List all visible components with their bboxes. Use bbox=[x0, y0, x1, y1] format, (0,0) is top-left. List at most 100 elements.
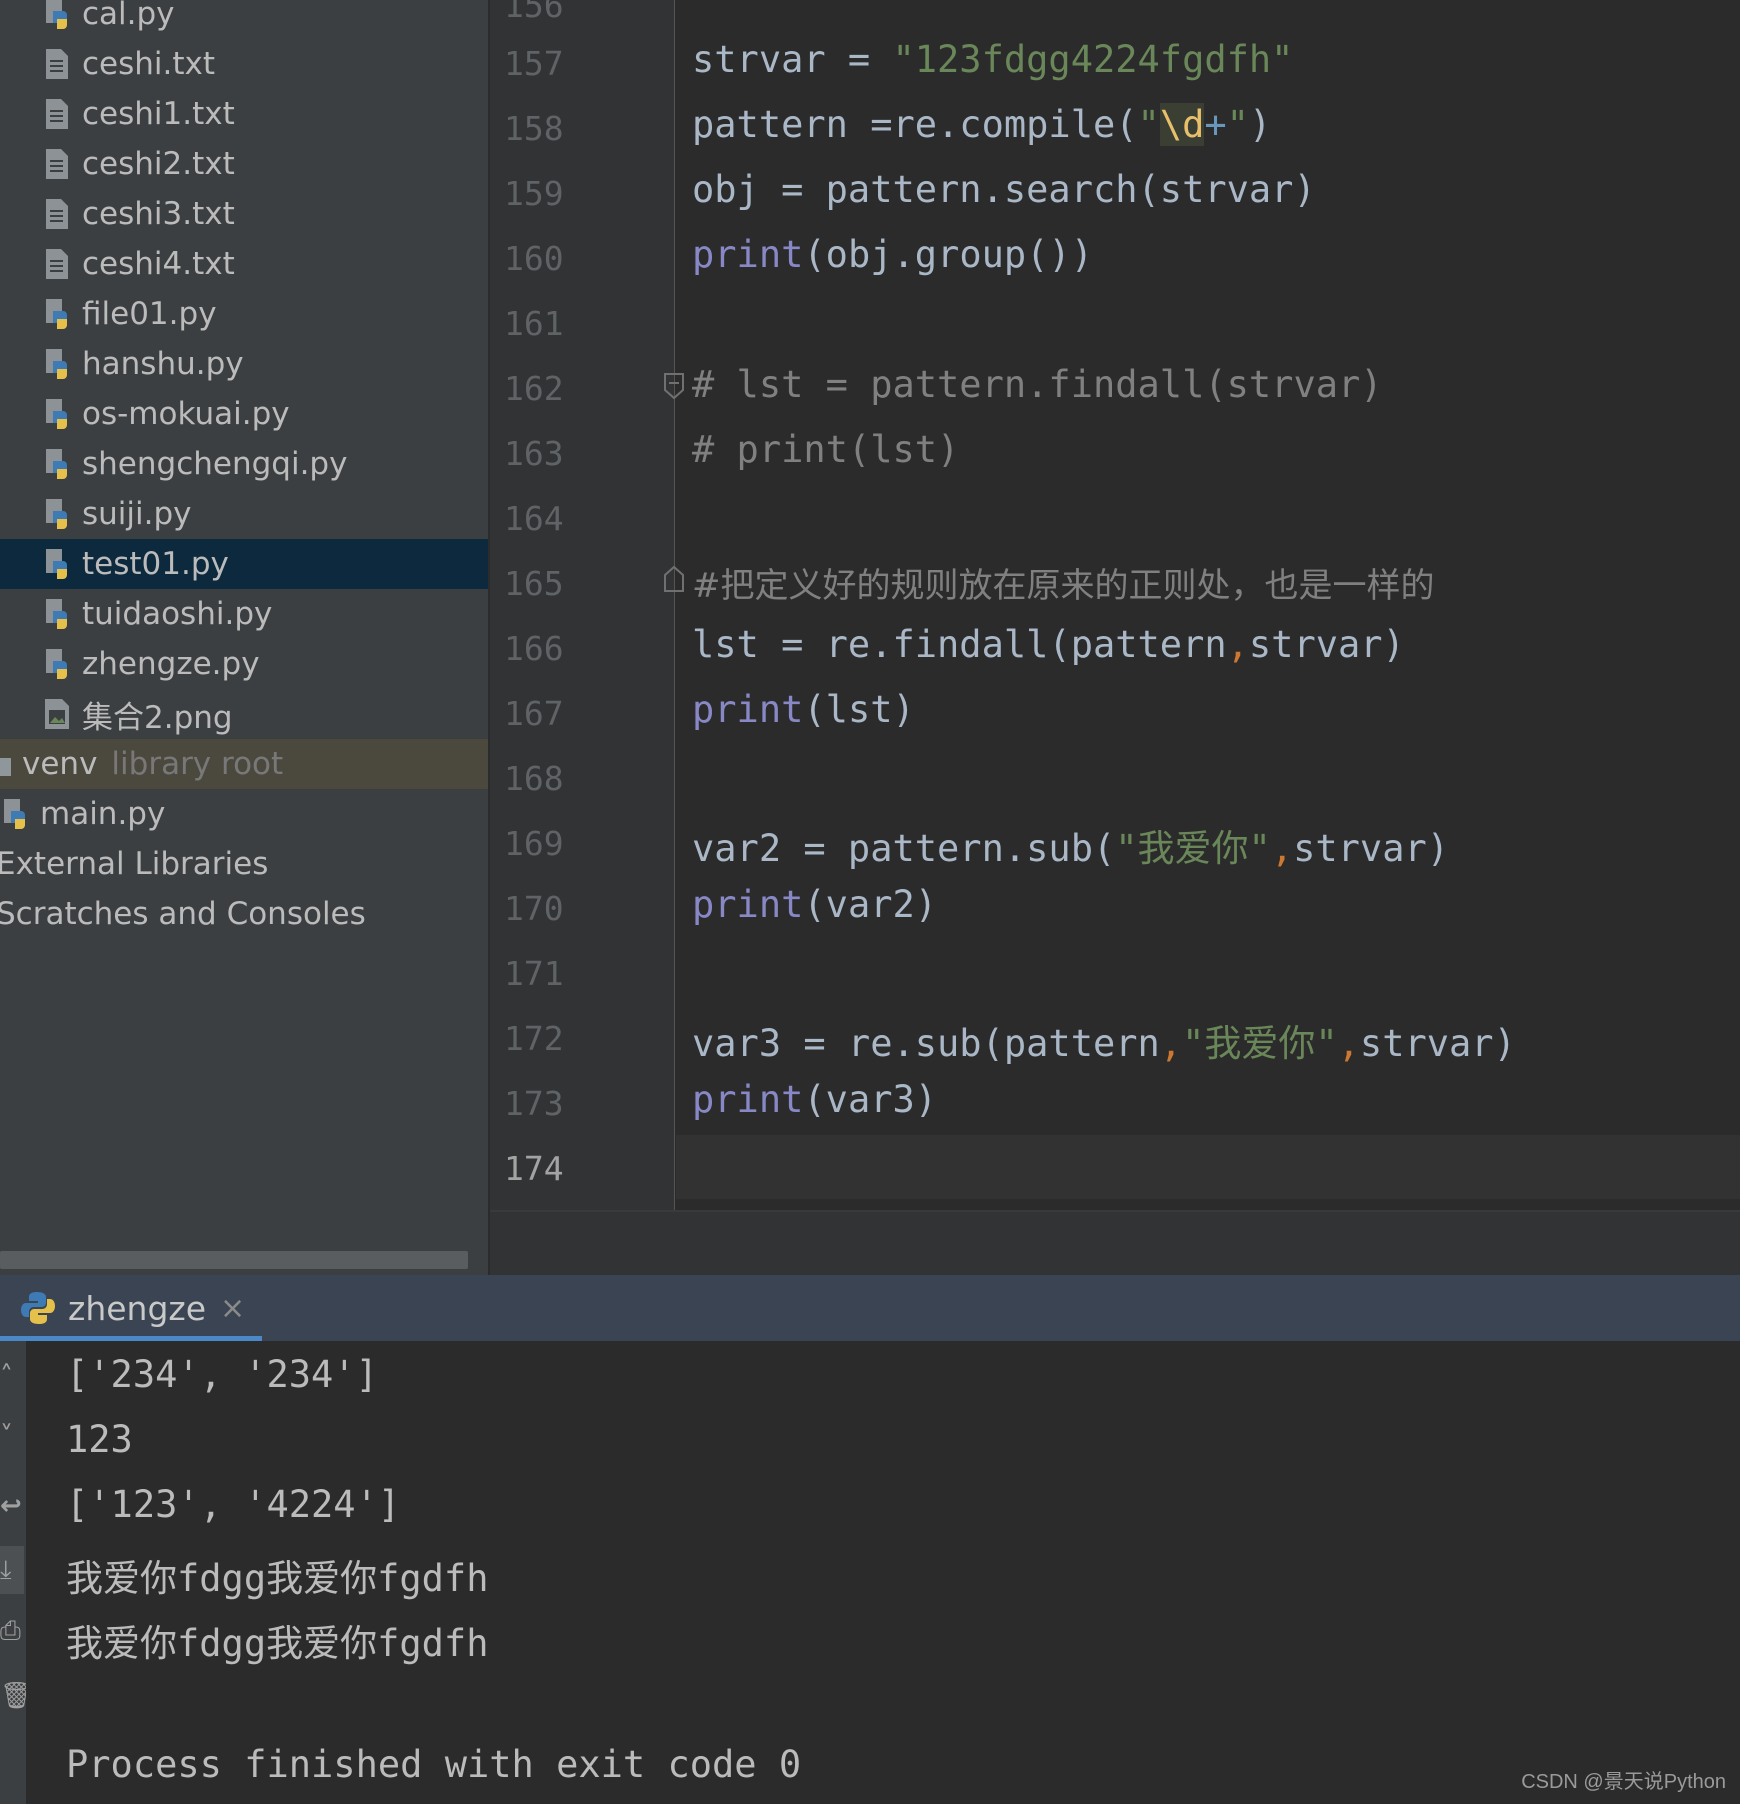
tree-item-label: ceshi2.txt bbox=[82, 146, 235, 182]
text-file-icon bbox=[40, 46, 74, 82]
code-line-170: print(var2) bbox=[692, 883, 938, 926]
text-file-icon bbox=[40, 146, 74, 182]
tree-item-label: tuidaoshi.py bbox=[82, 596, 273, 632]
watermark: CSDN @景天说Python bbox=[1521, 1771, 1726, 1793]
line-number: 166 bbox=[504, 629, 564, 668]
line-number: 161 bbox=[504, 304, 564, 343]
text-file-icon bbox=[40, 196, 74, 232]
tree-item-label: zhengze.py bbox=[82, 646, 260, 682]
python-file-icon bbox=[40, 496, 74, 532]
folder-icon bbox=[0, 746, 14, 782]
console-line: 我爱你fdgg我爱你fgdfh bbox=[66, 1557, 489, 1600]
line-number: 170 bbox=[504, 889, 564, 928]
run-console-output[interactable]: ['234', '234'] 123 ['123', '4224'] 我爱你fd… bbox=[26, 1341, 1740, 1804]
line-number: 167 bbox=[504, 694, 564, 733]
tree-item-file[interactable]: ceshi1.txt bbox=[0, 89, 488, 139]
code-line-169: var2 = pattern.sub("我爱你",strvar) bbox=[692, 827, 1450, 870]
tree-item-venv[interactable]: venv library root bbox=[0, 739, 488, 789]
run-tab-label: zhengze bbox=[68, 1288, 207, 1328]
tree-item-file[interactable]: tuidaoshi.py bbox=[0, 589, 488, 639]
text-file-icon bbox=[40, 246, 74, 282]
tree-item-file[interactable]: test01.py bbox=[0, 539, 488, 589]
code-line-162: # lst = pattern.findall(strvar) bbox=[692, 363, 1383, 406]
tree-item-file[interactable]: suiji.py bbox=[0, 489, 488, 539]
tree-item-scratches[interactable]: Scratches and Consoles bbox=[0, 889, 484, 939]
line-number: 172 bbox=[504, 1019, 564, 1058]
line-number: 165 bbox=[504, 564, 564, 603]
tree-item-file[interactable]: ceshi3.txt bbox=[0, 189, 488, 239]
tree-item-label: Scratches and Consoles bbox=[0, 896, 366, 932]
tree-item-label: suiji.py bbox=[82, 496, 192, 532]
python-file-icon bbox=[40, 546, 74, 582]
run-tool-window-header: zhengze × bbox=[0, 1275, 1740, 1341]
console-line: ['234', '234'] bbox=[66, 1353, 378, 1396]
code-line-163: # print(lst) bbox=[692, 428, 960, 471]
tree-item-label: main.py bbox=[40, 796, 166, 832]
line-number: 159 bbox=[504, 174, 564, 213]
tree-item-file[interactable]: hanshu.py bbox=[0, 339, 488, 389]
print-icon[interactable]: ⎙ bbox=[0, 1616, 24, 1646]
tree-item-file[interactable]: shengchengqi.py bbox=[0, 439, 488, 489]
soft-wrap-icon[interactable]: ↩ bbox=[0, 1491, 24, 1521]
current-line-highlight bbox=[676, 1135, 1740, 1199]
tree-item-main-py[interactable]: main.py bbox=[0, 789, 486, 839]
tree-item-file[interactable]: file01.py bbox=[0, 289, 488, 339]
project-tree: cal.py ceshi.txt ceshi1.txt ceshi2.txt ceshi… bbox=[0, 0, 488, 1275]
code-line-173: print(var3) bbox=[692, 1078, 938, 1121]
tree-item-file[interactable]: ceshi4.txt bbox=[0, 239, 488, 289]
fold-marker-icon[interactable] bbox=[663, 372, 685, 400]
line-number: 158 bbox=[504, 109, 564, 148]
tree-item-file[interactable]: ceshi.txt bbox=[0, 39, 488, 89]
scroll-down-icon[interactable]: ˅ bbox=[0, 1421, 24, 1451]
python-file-icon bbox=[0, 796, 32, 832]
image-file-icon bbox=[40, 696, 74, 732]
line-number: 156 bbox=[504, 0, 564, 25]
tree-item-external-libraries[interactable]: External Libraries bbox=[0, 839, 484, 889]
console-line: 我爱你fdgg我爱你fgdfh bbox=[66, 1622, 489, 1665]
tree-item-file[interactable]: ceshi2.txt bbox=[0, 139, 488, 189]
tree-item-file[interactable]: 集合2.png bbox=[0, 689, 488, 739]
tree-item-label: os-mokuai.py bbox=[82, 396, 290, 432]
code-line-160: print(obj.group()) bbox=[692, 233, 1093, 276]
tree-horizontal-scrollbar[interactable] bbox=[0, 1251, 468, 1269]
tree-item-file[interactable]: cal.py bbox=[0, 0, 488, 39]
code-line-172: var3 = re.sub(pattern,"我爱你",strvar) bbox=[692, 1022, 1516, 1065]
line-number: 163 bbox=[504, 434, 564, 473]
tree-item-file[interactable]: os-mokuai.py bbox=[0, 389, 488, 439]
scroll-to-end-icon[interactable]: ⤓ bbox=[0, 1546, 24, 1594]
run-tab-zhengze[interactable]: zhengze × bbox=[0, 1275, 262, 1341]
console-line: ['123', '4224'] bbox=[66, 1483, 401, 1526]
tree-item-label: ceshi3.txt bbox=[82, 196, 235, 232]
tree-item-label: file01.py bbox=[82, 296, 217, 332]
tree-item-label: test01.py bbox=[82, 546, 229, 582]
code-line-165: #把定义好的规则放在原来的正则处，也是一样的 bbox=[692, 566, 1435, 606]
python-file-icon bbox=[40, 396, 74, 432]
line-number: 157 bbox=[504, 44, 564, 83]
tree-item-label: External Libraries bbox=[0, 846, 269, 882]
tree-item-hint: library root bbox=[111, 746, 284, 782]
code-line-159: obj = pattern.search(strvar) bbox=[692, 168, 1316, 211]
line-number: 162 bbox=[504, 369, 564, 408]
line-number: 173 bbox=[504, 1084, 564, 1123]
delete-icon[interactable]: 🗑 bbox=[0, 1681, 33, 1711]
text-file-icon bbox=[40, 96, 74, 132]
python-file-icon bbox=[40, 346, 74, 382]
line-number: 171 bbox=[504, 954, 564, 993]
close-tab-icon[interactable]: × bbox=[220, 1291, 245, 1326]
tree-item-label: ceshi4.txt bbox=[82, 246, 235, 282]
fold-end-marker-icon[interactable] bbox=[663, 565, 685, 593]
python-file-icon bbox=[40, 296, 74, 332]
tree-item-label: ceshi1.txt bbox=[82, 96, 235, 132]
gutter-separator bbox=[674, 0, 675, 1210]
line-number: 164 bbox=[504, 499, 564, 538]
scroll-up-icon[interactable]: ˄ bbox=[0, 1361, 24, 1391]
editor-bottom-area bbox=[490, 1210, 1740, 1277]
line-number: 174 bbox=[504, 1149, 564, 1188]
line-number: 160 bbox=[504, 239, 564, 278]
python-file-icon bbox=[40, 0, 74, 32]
code-line-166: lst = re.findall(pattern,strvar) bbox=[692, 623, 1405, 666]
python-file-icon bbox=[40, 646, 74, 682]
code-line-167: print(lst) bbox=[692, 688, 915, 731]
line-number: 169 bbox=[504, 824, 564, 863]
tree-item-file[interactable]: zhengze.py bbox=[0, 639, 488, 689]
